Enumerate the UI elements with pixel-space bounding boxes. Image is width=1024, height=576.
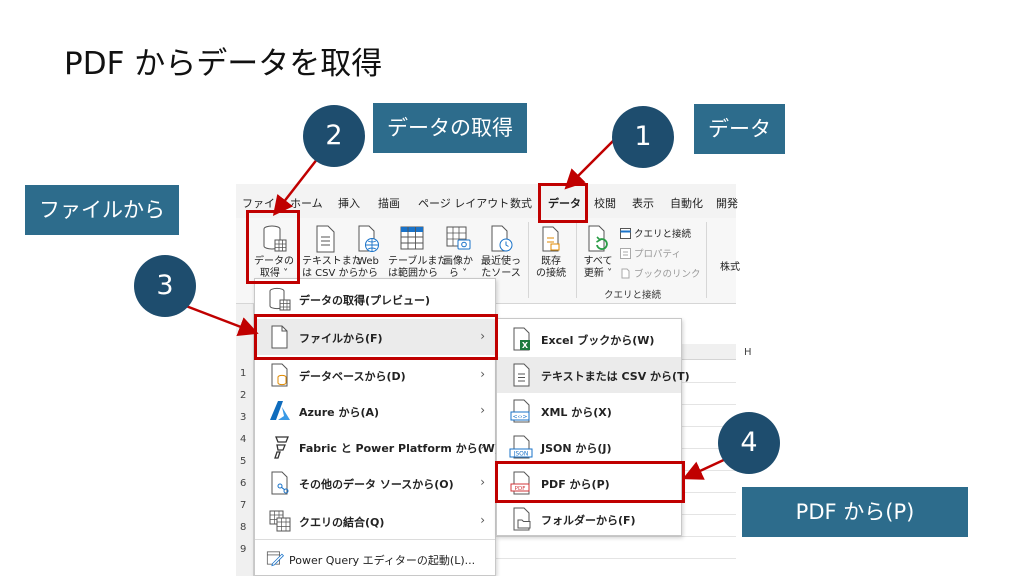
menu-item-from-excel-workbook[interactable]: X Excel ブックから(W) <box>497 321 681 357</box>
web-icon <box>358 225 379 252</box>
step-3-circle: 3 <box>134 255 196 317</box>
recent-sources-button[interactable]: 最近使っ たソース <box>480 224 522 280</box>
menu-item-from-azure[interactable]: Azure から(A) › <box>255 393 495 429</box>
tab-insert[interactable]: 挿入 <box>338 195 360 211</box>
tab-draw[interactable]: 描画 <box>378 195 400 211</box>
row-number[interactable]: 7 <box>240 500 246 511</box>
menu-item-from-database[interactable]: データベースから(D) › <box>255 357 495 393</box>
stocks-button[interactable]: 株式 <box>720 258 740 273</box>
existing-connections-icon <box>542 226 560 252</box>
row-number[interactable]: 9 <box>240 544 246 555</box>
row-number[interactable]: 4 <box>240 434 246 445</box>
queries-connections-button[interactable]: クエリと接続 <box>620 226 691 240</box>
menu-item-from-fabric-power-platform[interactable]: Fabric と Power Platform から(W) › <box>255 429 500 465</box>
row-number[interactable]: 3 <box>240 412 246 423</box>
menu-item-from-text-csv[interactable]: テキストまたは CSV から(T) <box>497 357 690 393</box>
step-2-label: データの取得 <box>373 103 527 153</box>
link-icon <box>621 268 630 279</box>
json-icon: JSON <box>509 435 533 459</box>
row-number[interactable]: 6 <box>240 478 246 489</box>
step-3-label: ファイルから <box>25 185 179 235</box>
chevron-right-icon: › <box>480 513 485 527</box>
row-header-bar: 1 2 3 4 5 6 7 8 9 <box>236 304 254 576</box>
azure-icon <box>270 401 290 420</box>
menu-item-get-data-preview[interactable]: データの取得(プレビュー) <box>255 281 495 317</box>
text-file-icon <box>316 225 335 253</box>
step-1-circle: 1 <box>612 106 674 168</box>
highlight-data-tab <box>538 183 588 223</box>
refresh-icon <box>588 225 608 252</box>
tab-file[interactable]: ファイル <box>242 195 286 211</box>
arrow-step1 <box>564 139 615 190</box>
slide-title: PDF からデータを取得 <box>64 46 383 82</box>
xml-icon: <‹›> <box>510 399 530 423</box>
power-query-icon <box>266 551 285 567</box>
svg-text:<‹›>: <‹›> <box>513 414 528 421</box>
menu-item-from-xml[interactable]: <‹›> XML から(X) <box>497 393 681 429</box>
image-icon <box>446 226 471 250</box>
svg-text:JSON: JSON <box>513 451 529 458</box>
menu-bar: ファイル ホーム 挿入 描画 ページ レイアウト 数式 データ 校閲 表示 自動… <box>236 184 738 218</box>
chevron-right-icon: › <box>480 367 485 381</box>
tab-formulas[interactable]: 数式 <box>510 195 532 211</box>
recent-sources-icon <box>491 225 513 252</box>
text-file-icon <box>513 363 530 387</box>
chevron-right-icon: › <box>480 439 485 453</box>
menu-item-launch-power-query-editor[interactable]: Power Query エディターの起動(L)... <box>255 541 495 576</box>
highlight-from-file <box>254 314 498 360</box>
folder-icon <box>513 507 531 531</box>
table-icon <box>400 226 424 250</box>
book-links-button[interactable]: ブックのリンク <box>620 266 701 280</box>
tab-developer[interactable]: 開発 <box>716 195 738 211</box>
menu-item-from-json[interactable]: JSON JSON から(J) <box>497 429 681 465</box>
highlight-from-pdf <box>495 461 685 503</box>
svg-text:X: X <box>522 341 529 350</box>
refresh-all-button[interactable]: すべて 更新 ˅ <box>580 224 616 280</box>
group-label-queries: クエリと接続 <box>604 290 662 301</box>
tab-home[interactable]: ホーム <box>290 195 323 211</box>
column-header-h[interactable]: H <box>744 347 752 358</box>
web-button[interactable]: Web から <box>350 224 386 280</box>
menu-item-combine-queries[interactable]: クエリの結合(Q) › <box>255 503 495 539</box>
row-number[interactable]: 1 <box>240 368 246 379</box>
menu-item-from-folder[interactable]: フォルダーから(F) <box>497 501 681 537</box>
row-number[interactable]: 2 <box>240 390 246 401</box>
properties-button[interactable]: プロパティ <box>620 246 681 260</box>
other-sources-icon <box>271 471 289 495</box>
step-4-label: PDF から(P) <box>742 487 968 537</box>
from-picture-button[interactable]: 画像か ら ˅ <box>440 224 476 280</box>
chevron-right-icon: › <box>480 475 485 489</box>
tab-view[interactable]: 表示 <box>632 195 654 211</box>
step-2-circle: 2 <box>303 105 365 167</box>
properties-icon <box>620 248 631 259</box>
database-file-icon <box>271 363 288 387</box>
queries-icon <box>620 228 631 239</box>
tab-review[interactable]: 校閲 <box>594 195 616 211</box>
database-icon <box>269 287 291 311</box>
step-4-circle: 4 <box>718 412 780 474</box>
tab-page-layout[interactable]: ページ レイアウト <box>418 195 509 211</box>
combine-queries-icon <box>269 510 291 532</box>
from-file-submenu: X Excel ブックから(W) テキストまたは CSV から(T) <‹›> … <box>496 318 690 537</box>
fabric-icon <box>274 436 289 459</box>
existing-connections-button[interactable]: 既存 の接続 <box>532 224 570 280</box>
chevron-right-icon: › <box>480 403 485 417</box>
excel-file-icon: X <box>513 327 530 351</box>
step-1-label: データ <box>694 104 785 154</box>
row-number[interactable]: 5 <box>240 456 246 467</box>
text-csv-button[interactable]: テキストまた は CSV から <box>302 224 362 280</box>
row-number[interactable]: 8 <box>240 522 246 533</box>
menu-item-from-other-sources[interactable]: その他のデータ ソースから(O) › <box>255 465 495 501</box>
table-range-button[interactable]: テーブルまた は範囲から <box>388 224 447 280</box>
tab-automate[interactable]: 自動化 <box>670 195 703 211</box>
highlight-get-data <box>246 210 300 284</box>
